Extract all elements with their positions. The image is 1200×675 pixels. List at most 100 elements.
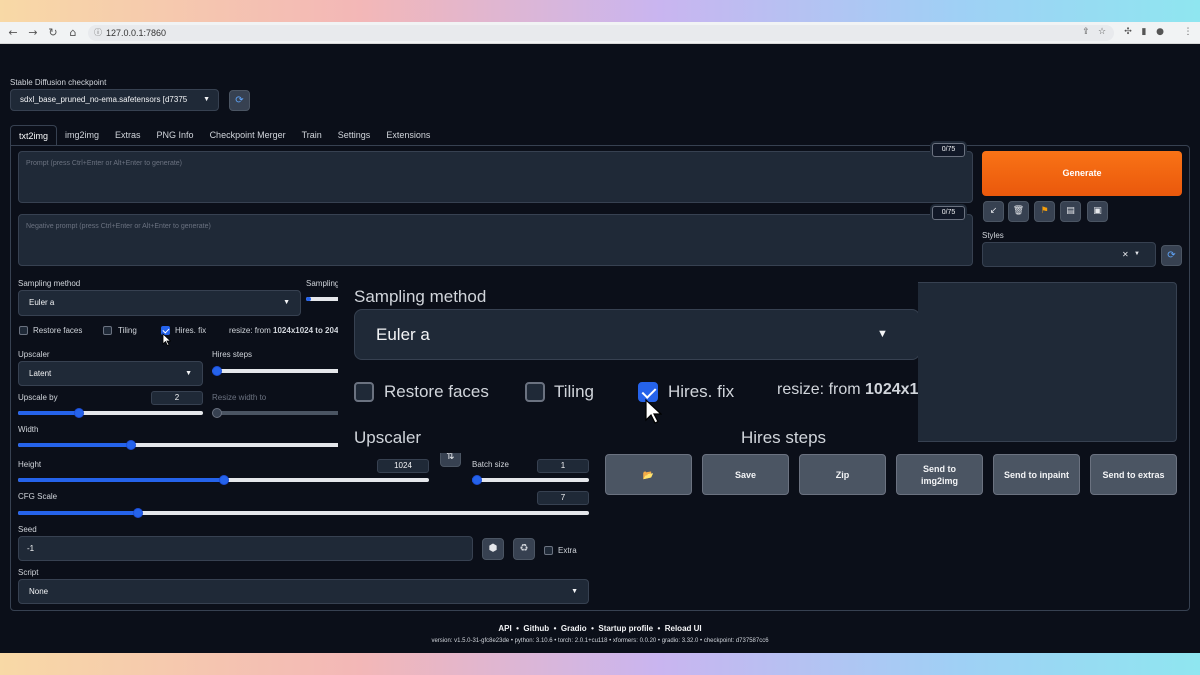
browser-toolbar: ← → ↻ ⌂ ⓘ 127.0.0.1:7860 ⇪ ☆ ✣ ▮ ● ⋮ bbox=[0, 22, 1200, 44]
read-params-button[interactable]: ↙ bbox=[983, 201, 1004, 222]
address-bar[interactable]: ⓘ 127.0.0.1:7860 bbox=[88, 25, 1114, 41]
send-img2img-line2: img2img bbox=[920, 475, 958, 486]
open-folder-button[interactable]: 📂 bbox=[605, 454, 692, 495]
share-icon[interactable]: ⇪ bbox=[1080, 26, 1092, 38]
apply-style-button[interactable]: ▤ bbox=[1060, 201, 1081, 222]
clear-icon[interactable]: ✕ bbox=[1122, 250, 1129, 259]
sampling-method-dropdown[interactable]: Euler a ▼ bbox=[18, 290, 301, 316]
reuse-seed-button[interactable]: ♻ bbox=[513, 538, 535, 560]
footer-api-link[interactable]: API bbox=[498, 624, 511, 633]
zoom-tiling-checkbox[interactable] bbox=[525, 382, 545, 402]
hires-steps-label: Hires steps bbox=[212, 350, 253, 359]
restore-faces-checkbox[interactable] bbox=[19, 326, 28, 335]
restore-faces-label: Restore faces bbox=[33, 326, 83, 335]
info-icon[interactable]: ⓘ bbox=[94, 25, 102, 41]
send-to-extras-button[interactable]: Send to extras bbox=[1090, 454, 1177, 495]
tab-png-info[interactable]: PNG Info bbox=[149, 125, 202, 146]
extensions-icon[interactable]: ✣ bbox=[1122, 26, 1134, 38]
sidepanel-icon[interactable]: ▮ bbox=[1138, 26, 1150, 38]
slider-knob[interactable] bbox=[219, 475, 229, 485]
hires-steps-slider[interactable] bbox=[212, 366, 342, 376]
url-text: 127.0.0.1:7860 bbox=[106, 28, 167, 38]
tab-train[interactable]: Train bbox=[294, 125, 330, 146]
slider-knob[interactable] bbox=[472, 475, 482, 485]
script-value: None bbox=[29, 587, 49, 596]
resize-width-slider[interactable] bbox=[212, 408, 342, 418]
zoom-upscaler-label: Upscaler bbox=[354, 428, 422, 447]
checkpoint-value: sdxl_base_pruned_no-ema.safetensors [d73… bbox=[20, 95, 188, 104]
height-label: Height bbox=[18, 460, 42, 469]
chevron-down-icon: ▼ bbox=[283, 299, 290, 306]
tab-extensions[interactable]: Extensions bbox=[378, 125, 438, 146]
cfg-scale-label: CFG Scale bbox=[18, 492, 58, 501]
reload-icon[interactable]: ↻ bbox=[46, 26, 60, 40]
slider-knob[interactable] bbox=[212, 366, 222, 376]
seed-input[interactable]: -1 bbox=[18, 536, 473, 561]
profile-avatar[interactable]: ● bbox=[1154, 26, 1166, 38]
zoom-sampling-method-dropdown[interactable]: Euler a ▼ bbox=[354, 309, 918, 360]
refresh-icon: ⟳ bbox=[1167, 250, 1176, 261]
menu-icon[interactable]: ⋮ bbox=[1182, 26, 1194, 38]
batch-size-slider[interactable] bbox=[472, 475, 589, 485]
extra-seed-checkbox[interactable] bbox=[544, 546, 553, 555]
footer-github-link[interactable]: Github bbox=[523, 624, 549, 633]
home-icon[interactable]: ⌂ bbox=[66, 26, 80, 40]
script-dropdown[interactable]: None ▼ bbox=[18, 579, 589, 604]
refresh-checkpoint-button[interactable]: ⟳ bbox=[229, 90, 250, 111]
footer-links: API • Github • Gradio • Startup profile … bbox=[498, 624, 702, 633]
upscaler-dropdown[interactable]: Latent ▼ bbox=[18, 361, 203, 386]
tab-img2img[interactable]: img2img bbox=[57, 125, 107, 146]
styles-dropdown[interactable]: ✕ ▼ bbox=[982, 242, 1156, 267]
slider-fill bbox=[18, 411, 79, 415]
trash-icon: 🗑 bbox=[1012, 206, 1025, 216]
chevron-down-icon: ▼ bbox=[877, 328, 888, 340]
save-style-button[interactable]: ▣ bbox=[1087, 201, 1108, 222]
cfg-scale-number[interactable]: 7 bbox=[537, 491, 589, 505]
cfg-scale-slider[interactable] bbox=[18, 508, 589, 518]
upscale-by-number[interactable]: 2 bbox=[151, 391, 203, 405]
slider-knob[interactable] bbox=[74, 408, 84, 418]
tab-checkpoint-merger[interactable]: Checkpoint Merger bbox=[202, 125, 294, 146]
zoom-resize-value: 1024x1 bbox=[865, 381, 918, 398]
footer-reload-link[interactable]: Reload UI bbox=[665, 624, 702, 633]
tiling-checkbox[interactable] bbox=[103, 326, 112, 335]
save-button[interactable]: Save bbox=[702, 454, 789, 495]
height-slider[interactable] bbox=[18, 475, 429, 485]
batch-size-number[interactable]: 1 bbox=[537, 459, 589, 473]
extra-seed-label: Extra bbox=[558, 546, 577, 555]
zoom-hires-fix-label: Hires. fix bbox=[668, 382, 735, 401]
slider-knob[interactable] bbox=[133, 508, 143, 518]
refresh-styles-button[interactable]: ⟳ bbox=[1161, 245, 1182, 266]
star-icon[interactable]: ☆ bbox=[1096, 26, 1108, 38]
negative-prompt-input[interactable]: Negative prompt (press Ctrl+Enter or Alt… bbox=[18, 214, 973, 266]
width-slider[interactable] bbox=[18, 440, 340, 450]
height-number[interactable]: 1024 bbox=[377, 459, 429, 473]
zoom-restore-faces-checkbox[interactable] bbox=[354, 382, 374, 402]
folder-icon: 📂 bbox=[642, 469, 655, 480]
forward-icon[interactable]: → bbox=[26, 26, 40, 40]
checkpoint-dropdown[interactable]: sdxl_base_pruned_no-ema.safetensors [d73… bbox=[10, 89, 219, 111]
tab-txt2img[interactable]: txt2img bbox=[10, 125, 58, 146]
resize-info: resize: from 1024x1024 to 204 bbox=[229, 326, 338, 335]
slider-knob[interactable] bbox=[212, 408, 222, 418]
tab-settings[interactable]: Settings bbox=[330, 125, 379, 146]
tab-extras[interactable]: Extras bbox=[107, 125, 149, 146]
zoom-hires-steps-label: Hires steps bbox=[741, 428, 827, 447]
random-seed-button[interactable]: ⬢ bbox=[482, 538, 504, 560]
footer-gradio-link[interactable]: Gradio bbox=[561, 624, 587, 633]
zip-button[interactable]: Zip bbox=[799, 454, 886, 495]
send-to-inpaint-button[interactable]: Send to inpaint bbox=[993, 454, 1080, 495]
clear-prompt-button[interactable]: 🗑 bbox=[1008, 201, 1029, 222]
footer-startup-link[interactable]: Startup profile bbox=[598, 624, 653, 633]
chevron-down-icon: ▼ bbox=[203, 96, 210, 103]
resize-width-label: Resize width to bbox=[212, 393, 267, 402]
back-icon[interactable]: ← bbox=[6, 26, 20, 40]
upscale-by-slider[interactable] bbox=[18, 408, 203, 418]
upscaler-value: Latent bbox=[29, 369, 52, 378]
send-to-img2img-button[interactable]: Send to img2img bbox=[896, 454, 983, 495]
sampling-method-label: Sampling method bbox=[18, 279, 81, 288]
generate-button[interactable]: Generate bbox=[982, 151, 1182, 196]
extra-networks-button[interactable]: ⚑ bbox=[1034, 201, 1055, 222]
slider-knob[interactable] bbox=[126, 440, 136, 450]
prompt-input[interactable]: Prompt (press Ctrl+Enter or Alt+Enter to… bbox=[18, 151, 973, 203]
